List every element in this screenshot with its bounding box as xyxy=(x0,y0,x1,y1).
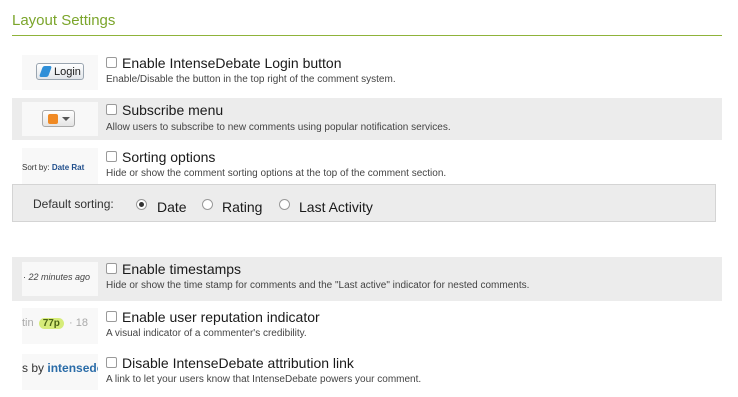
attribution-brand: intensede xyxy=(47,361,98,375)
subscribe-menu-preview xyxy=(22,102,98,136)
option-row-timestamps: · 22 minutes ago Enable timestamps Hide … xyxy=(12,257,722,301)
subscribe-menu-label: Subscribe menu xyxy=(122,102,224,118)
sort-radio-date[interactable] xyxy=(136,199,147,210)
timestamp-preview-text: · 22 minutes ago xyxy=(23,272,91,282)
login-button-checkbox[interactable] xyxy=(106,57,117,68)
sort-radio-date-label: Date xyxy=(157,199,187,215)
timestamps-checkbox[interactable] xyxy=(106,263,117,274)
reputation-preview-text: tin 77p · 18 xyxy=(22,317,88,329)
reputation-checkbox[interactable] xyxy=(106,311,117,322)
login-button-description: Enable/Disable the button in the top rig… xyxy=(106,74,396,85)
reputation-preview-before: tin xyxy=(22,317,34,329)
sort-by-prefix: Sort by: xyxy=(22,163,50,172)
sorting-options-checkbox[interactable] xyxy=(106,151,117,162)
subscribe-menu-description: Allow users to subscribe to new comments… xyxy=(106,122,451,133)
sort-by-preview: Sort by: Date Rat xyxy=(22,163,84,172)
option-row-reputation: tin 77p · 18 Enable user reputation indi… xyxy=(12,306,722,346)
attribution-preview: s by intensede xyxy=(22,354,98,390)
reputation-label: Enable user reputation indicator xyxy=(122,309,320,325)
login-button-preview: Login xyxy=(22,55,98,90)
timestamps-preview: · 22 minutes ago xyxy=(22,262,98,296)
sort-radio-last-activity-label: Last Activity xyxy=(299,199,373,215)
login-preview-label: Login xyxy=(54,66,81,78)
option-row-attribution: s by intensede Disable IntenseDebate att… xyxy=(12,352,722,392)
attribution-preview-before: s by xyxy=(22,361,45,375)
attribution-preview-text: s by intensede xyxy=(22,361,98,375)
sorting-options-description: Hide or show the comment sorting options… xyxy=(106,168,447,179)
attribution-label: Disable IntenseDebate attribution link xyxy=(122,355,354,371)
default-sorting-label: Default sorting: xyxy=(33,197,114,211)
timestamps-label: Enable timestamps xyxy=(122,261,242,277)
subscribe-preview-button xyxy=(42,110,75,127)
option-row-login-button: Login Enable IntenseDebate Login button … xyxy=(12,53,722,92)
sort-radio-rating-label: Rating xyxy=(222,199,263,215)
sort-by-rating: Rat xyxy=(71,163,85,172)
section-title: Layout Settings xyxy=(12,12,116,29)
sort-radio-rating[interactable] xyxy=(202,199,213,210)
timestamps-description: Hide or show the time stamp for comments… xyxy=(106,280,530,291)
option-row-sorting-options: Sort by: Date Rat Sorting options Hide o… xyxy=(12,146,722,184)
sort-by-date: Date xyxy=(51,163,70,172)
sort-radio-last-activity[interactable] xyxy=(279,199,290,210)
title-divider xyxy=(12,35,722,36)
reputation-pill: 77p xyxy=(38,318,64,329)
login-preview-button: Login xyxy=(36,63,84,80)
sorting-options-preview: Sort by: Date Rat xyxy=(22,148,98,184)
default-sorting-box: Default sorting: Date Rating Last Activi… xyxy=(12,184,716,222)
login-button-label: Enable IntenseDebate Login button xyxy=(122,55,342,71)
reputation-preview-after: · 18 xyxy=(68,317,88,329)
reputation-preview: tin 77p · 18 xyxy=(22,308,98,344)
reputation-description: A visual indicator of a commenter's cred… xyxy=(106,328,307,339)
attribution-description: A link to let your users know that Inten… xyxy=(106,374,422,385)
option-row-subscribe-menu: Subscribe menu Allow users to subscribe … xyxy=(12,98,722,140)
caret-down-icon xyxy=(62,117,70,121)
login-feather-icon xyxy=(38,66,53,77)
sorting-options-label: Sorting options xyxy=(122,149,216,165)
rss-icon xyxy=(48,114,58,124)
subscribe-menu-checkbox[interactable] xyxy=(106,104,117,115)
attribution-checkbox[interactable] xyxy=(106,357,117,368)
